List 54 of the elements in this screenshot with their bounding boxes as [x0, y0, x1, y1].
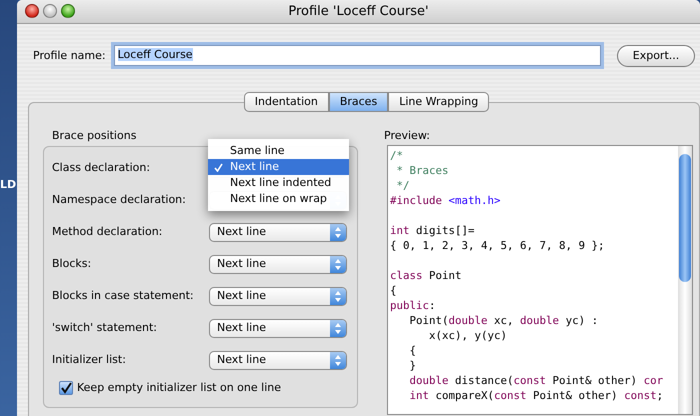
code-line: x(xc), y(yc)	[428, 328, 508, 343]
export-button[interactable]: Export...	[617, 45, 695, 67]
popup-button[interactable]: Next line	[209, 350, 347, 370]
popup-button[interactable]: Next line	[209, 254, 347, 274]
field-label: Profile name:	[33, 48, 106, 64]
code-line: class Point	[390, 268, 463, 283]
stepper-icon	[330, 352, 346, 368]
checkbox-label: Keep empty initializer list on one line	[77, 380, 281, 396]
code-line: int compareX(const Point& other) const;	[408, 388, 664, 403]
minimize-button[interactable]	[43, 4, 57, 18]
code-line: int digits[]=	[390, 223, 476, 238]
menu-item[interactable]: Next line	[208, 159, 349, 175]
tab[interactable]: Indentation	[244, 92, 329, 112]
code-line: double distance(const Point& other) cor	[408, 373, 664, 388]
setting-label: Class declaration:	[52, 160, 152, 176]
menu-item[interactable]: Same line	[208, 143, 349, 159]
code-line: #include <math.h>	[390, 193, 502, 208]
preview-label: Preview:	[384, 129, 431, 142]
setting-label: Method declaration:	[52, 224, 164, 240]
scrollbar[interactable]	[678, 146, 692, 414]
code-line: public:	[390, 298, 437, 313]
zoom-button[interactable]	[61, 4, 75, 18]
setting-label: Blocks:	[52, 256, 92, 272]
stepper-icon	[330, 256, 346, 272]
setting-label: Blocks in case statement:	[52, 288, 195, 304]
tab[interactable]: Braces	[328, 92, 388, 112]
setting-label: Initializer list:	[52, 352, 127, 368]
checkmark-icon	[214, 163, 223, 172]
profile-name-field[interactable]: Loceff Course	[114, 45, 601, 66]
popup-button[interactable]: Next line	[209, 222, 347, 242]
code-line: { 0, 1, 2, 3, 4, 5, 6, 7, 8, 9 };	[390, 238, 606, 253]
close-button[interactable]	[25, 4, 39, 18]
checkbox[interactable]	[59, 381, 73, 395]
scrollbar-thumb[interactable]	[679, 154, 691, 282]
stepper-icon	[330, 224, 346, 240]
code-line: {	[390, 283, 398, 298]
setting-label: Namespace declaration:	[52, 192, 187, 208]
menu-item[interactable]: Next line indented	[208, 175, 349, 191]
desktop-label: LD	[0, 177, 16, 193]
code-line: {	[408, 343, 418, 358]
tab[interactable]: Line Wrapping	[388, 92, 490, 112]
code-line: /*	[390, 148, 404, 163]
code-line: Point(double xc, double yc) :	[408, 313, 600, 328]
code-line: */	[396, 178, 411, 193]
group-title: Brace positions	[51, 129, 138, 142]
window-title: Profile 'Loceff Course'	[288, 4, 429, 19]
stepper-icon	[330, 320, 346, 336]
menu-item[interactable]: Next line on wrap	[208, 191, 349, 207]
code-line: * Braces	[396, 163, 450, 178]
setting-label: 'switch' statement:	[52, 320, 158, 336]
popup-button[interactable]: Next line	[209, 286, 347, 306]
popup-button[interactable]: Next line	[209, 318, 347, 338]
code-line: }	[408, 358, 418, 373]
stepper-icon	[330, 288, 346, 304]
